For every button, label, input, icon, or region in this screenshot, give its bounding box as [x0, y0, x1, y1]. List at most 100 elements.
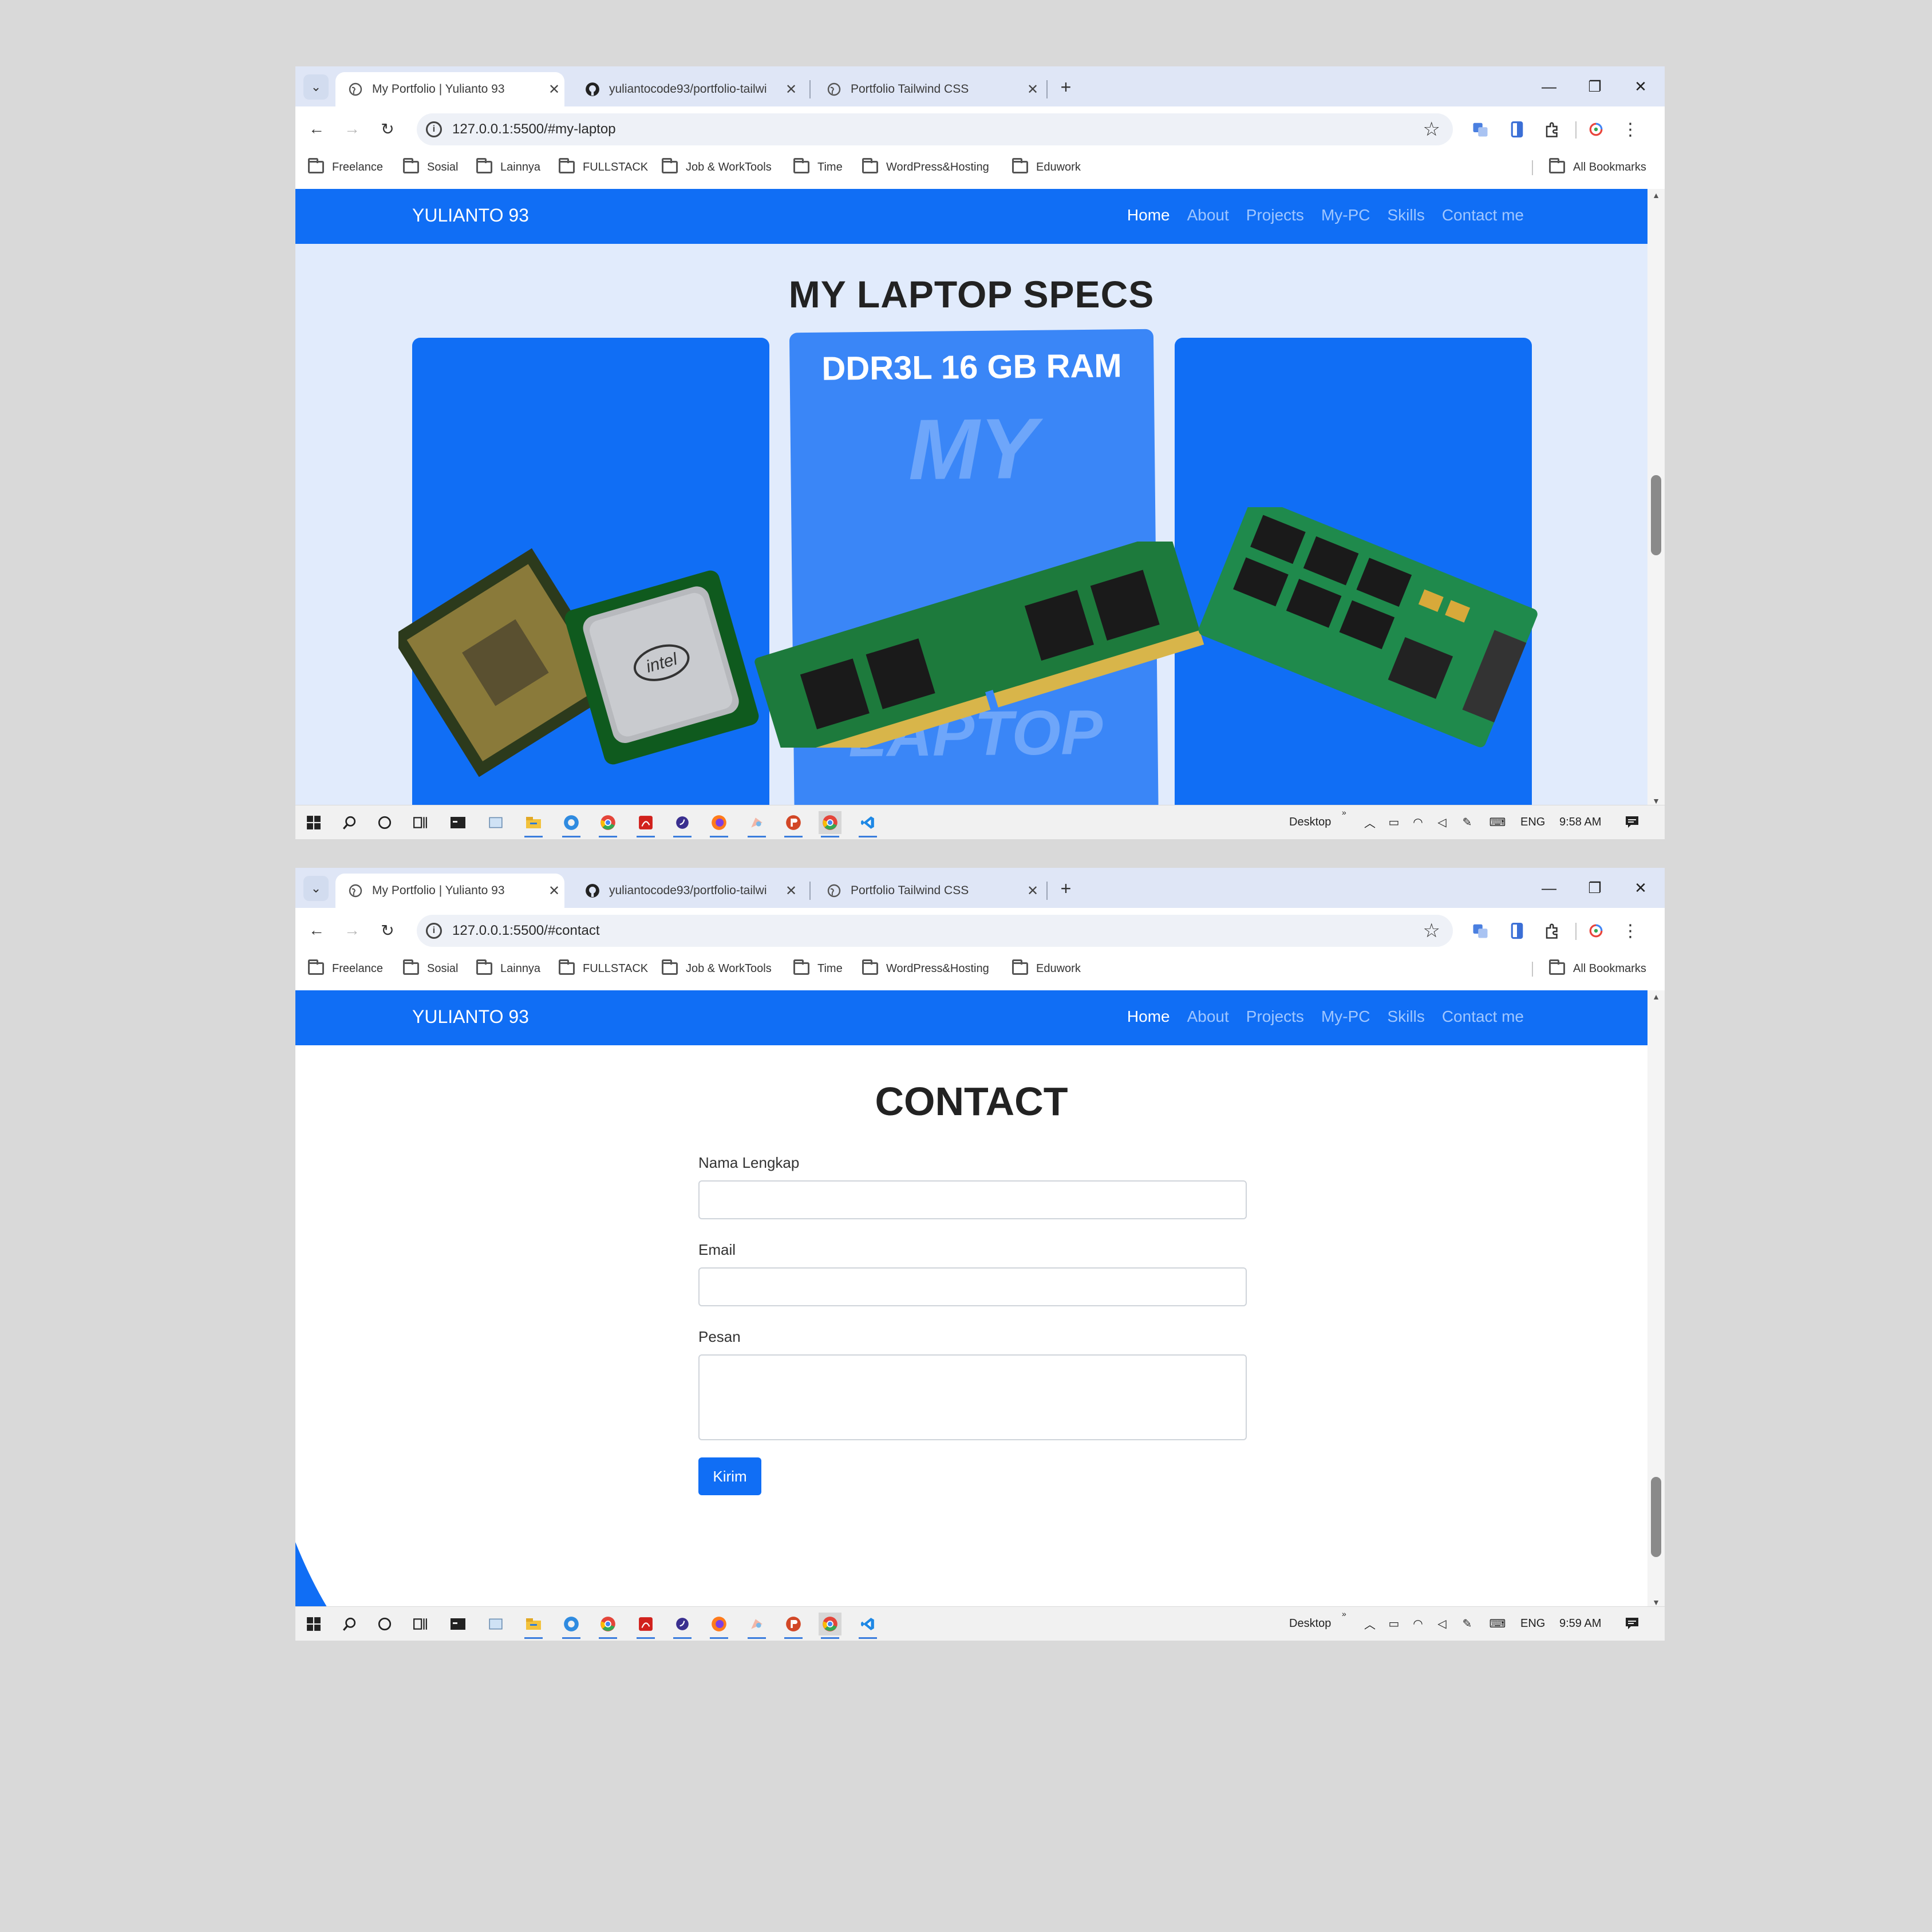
close-icon[interactable]: ✕	[544, 883, 564, 899]
powerpoint-icon[interactable]	[782, 1613, 805, 1639]
bookmark-freelance[interactable]: Freelance	[308, 158, 383, 176]
search-icon[interactable]	[338, 811, 361, 834]
bookmark-sosial[interactable]: Sosial	[403, 959, 458, 978]
nav-about[interactable]: About	[1187, 1008, 1229, 1026]
page-scrollbar[interactable]: ▲ ▼	[1647, 990, 1665, 1609]
all-bookmarks[interactable]: All Bookmarks	[1549, 959, 1646, 978]
scroll-thumb[interactable]	[1651, 1477, 1661, 1557]
nav-contact[interactable]: Contact me	[1442, 206, 1524, 224]
star-icon[interactable]: ☆	[1423, 919, 1440, 942]
pen-icon[interactable]: ✎	[1459, 1615, 1476, 1632]
bookmark-fullstack[interactable]: FULLSTACK	[559, 959, 648, 978]
terminal-app-icon[interactable]	[447, 1613, 469, 1635]
menu-icon[interactable]: ⋮	[1619, 118, 1642, 141]
info-icon[interactable]: i	[426, 121, 442, 137]
network-app-icon[interactable]	[484, 811, 507, 834]
scroll-up-icon[interactable]: ▲	[1647, 990, 1665, 1003]
tab-search-icon[interactable]: ⌄	[303, 74, 329, 100]
star-icon[interactable]: ☆	[1423, 118, 1440, 141]
windows-icon[interactable]	[302, 811, 325, 834]
chrome-active-icon[interactable]	[819, 1613, 841, 1639]
nav-projects[interactable]: Projects	[1246, 206, 1304, 224]
paint-app-icon[interactable]	[745, 811, 768, 837]
restore-icon[interactable]: ❐	[1572, 874, 1618, 902]
chrome-app-icon[interactable]	[596, 811, 619, 837]
close-icon[interactable]: ✕	[1022, 81, 1043, 98]
plus-icon[interactable]: +	[1054, 76, 1077, 98]
bookmark-wordpress-hosting[interactable]: WordPress&Hosting	[862, 959, 989, 978]
tab-search-icon[interactable]: ⌄	[303, 876, 329, 901]
reading-icon[interactable]	[1506, 919, 1528, 942]
taskview-icon[interactable]	[409, 811, 432, 834]
bookmark-job-worktools[interactable]: Job & WorkTools	[662, 158, 772, 176]
close-icon[interactable]: ✕	[781, 883, 801, 899]
media-app-icon[interactable]	[671, 1613, 694, 1639]
file-explorer-icon[interactable]	[522, 811, 545, 837]
submit-button[interactable]: Kirim	[698, 1457, 761, 1495]
keyboard-icon[interactable]: ⌨	[1486, 1615, 1509, 1632]
language-indicator[interactable]: ENG	[1520, 1617, 1545, 1630]
tab-portfolio-tailwind[interactable]: Portfolio Tailwind CSS ✕	[814, 874, 1043, 908]
translate-icon[interactable]	[1469, 118, 1492, 141]
close-icon[interactable]: ✕	[1022, 883, 1043, 899]
cortana-icon[interactable]	[373, 811, 396, 834]
nav-about[interactable]: About	[1187, 206, 1229, 224]
cortana-icon[interactable]	[373, 1613, 396, 1635]
nav-my-pc[interactable]: My-PC	[1321, 1008, 1370, 1026]
chevron-up-icon[interactable]: ︿	[1361, 813, 1378, 831]
nav-projects[interactable]: Projects	[1246, 1008, 1304, 1026]
firefox-icon[interactable]	[708, 811, 730, 837]
bookmark-wordpress-hosting[interactable]: WordPress&Hosting	[862, 158, 989, 176]
extensions-icon[interactable]	[1541, 118, 1564, 141]
firefox-icon[interactable]	[708, 1613, 730, 1639]
chevron-up-icon[interactable]: ︿	[1361, 1615, 1378, 1632]
tab-github-repo[interactable]: yuliantocode93/portfolio-tailwi ✕	[572, 874, 801, 908]
restore-icon[interactable]: ❐	[1572, 72, 1618, 101]
bookmark-freelance[interactable]: Freelance	[308, 959, 383, 978]
chrome-app-icon[interactable]	[596, 1613, 619, 1639]
tab-my-portfolio[interactable]: My Portfolio | Yulianto 93 ✕	[335, 874, 564, 908]
nav-home[interactable]: Home	[1127, 1008, 1170, 1026]
vscode-icon[interactable]	[856, 1613, 879, 1639]
back-icon[interactable]: ←	[303, 116, 330, 142]
powerpoint-icon[interactable]	[782, 811, 805, 837]
forward-icon[interactable]: →	[339, 116, 365, 142]
language-indicator[interactable]: ENG	[1520, 816, 1545, 829]
back-icon[interactable]: ←	[303, 917, 330, 943]
reload-icon[interactable]: ↻	[374, 116, 401, 142]
address-bar[interactable]: i 127.0.0.1:5500/#my-laptop ☆	[417, 113, 1453, 145]
windows-icon[interactable]	[302, 1613, 325, 1635]
keyboard-icon[interactable]: ⌨	[1486, 813, 1509, 831]
plus-icon[interactable]: +	[1054, 877, 1077, 900]
pdf-reader-icon[interactable]	[634, 811, 657, 837]
profile-icon[interactable]	[1585, 919, 1607, 942]
tab-github-repo[interactable]: yuliantocode93/portfolio-tailwi ✕	[572, 72, 801, 106]
extensions-icon[interactable]	[1541, 919, 1564, 942]
tab-portfolio-tailwind[interactable]: Portfolio Tailwind CSS ✕	[814, 72, 1043, 106]
nav-my-pc[interactable]: My-PC	[1321, 206, 1370, 224]
chevron-right-icon[interactable]: »	[1342, 1609, 1346, 1618]
nav-contact[interactable]: Contact me	[1442, 1008, 1524, 1026]
pen-icon[interactable]: ✎	[1459, 813, 1476, 831]
name-field[interactable]	[698, 1180, 1247, 1219]
tab-my-portfolio[interactable]: My Portfolio | Yulianto 93 ✕	[335, 72, 564, 106]
battery-icon[interactable]: ▭	[1385, 1615, 1402, 1632]
minimize-icon[interactable]: —	[1526, 874, 1572, 902]
network-app-icon[interactable]	[484, 1613, 507, 1635]
bookmark-lainnya[interactable]: Lainnya	[476, 158, 540, 176]
chrome-active-icon[interactable]	[819, 811, 841, 837]
translate-icon[interactable]	[1469, 919, 1492, 942]
page-scrollbar[interactable]: ▲ ▼	[1647, 189, 1665, 807]
bookmark-eduwork[interactable]: Eduwork	[1012, 959, 1081, 978]
nav-skills[interactable]: Skills	[1387, 206, 1424, 224]
message-textarea[interactable]	[698, 1354, 1247, 1440]
email-field[interactable]	[698, 1267, 1247, 1306]
bookmark-eduwork[interactable]: Eduwork	[1012, 158, 1081, 176]
bookmark-lainnya[interactable]: Lainnya	[476, 959, 540, 978]
notification-icon[interactable]	[1623, 813, 1641, 831]
pdf-reader-icon[interactable]	[634, 1613, 657, 1639]
browser-edge-icon[interactable]	[560, 811, 583, 837]
clock[interactable]: 9:59 AM	[1559, 1617, 1601, 1630]
chevron-right-icon[interactable]: »	[1342, 808, 1346, 817]
browser-edge-icon[interactable]	[560, 1613, 583, 1639]
